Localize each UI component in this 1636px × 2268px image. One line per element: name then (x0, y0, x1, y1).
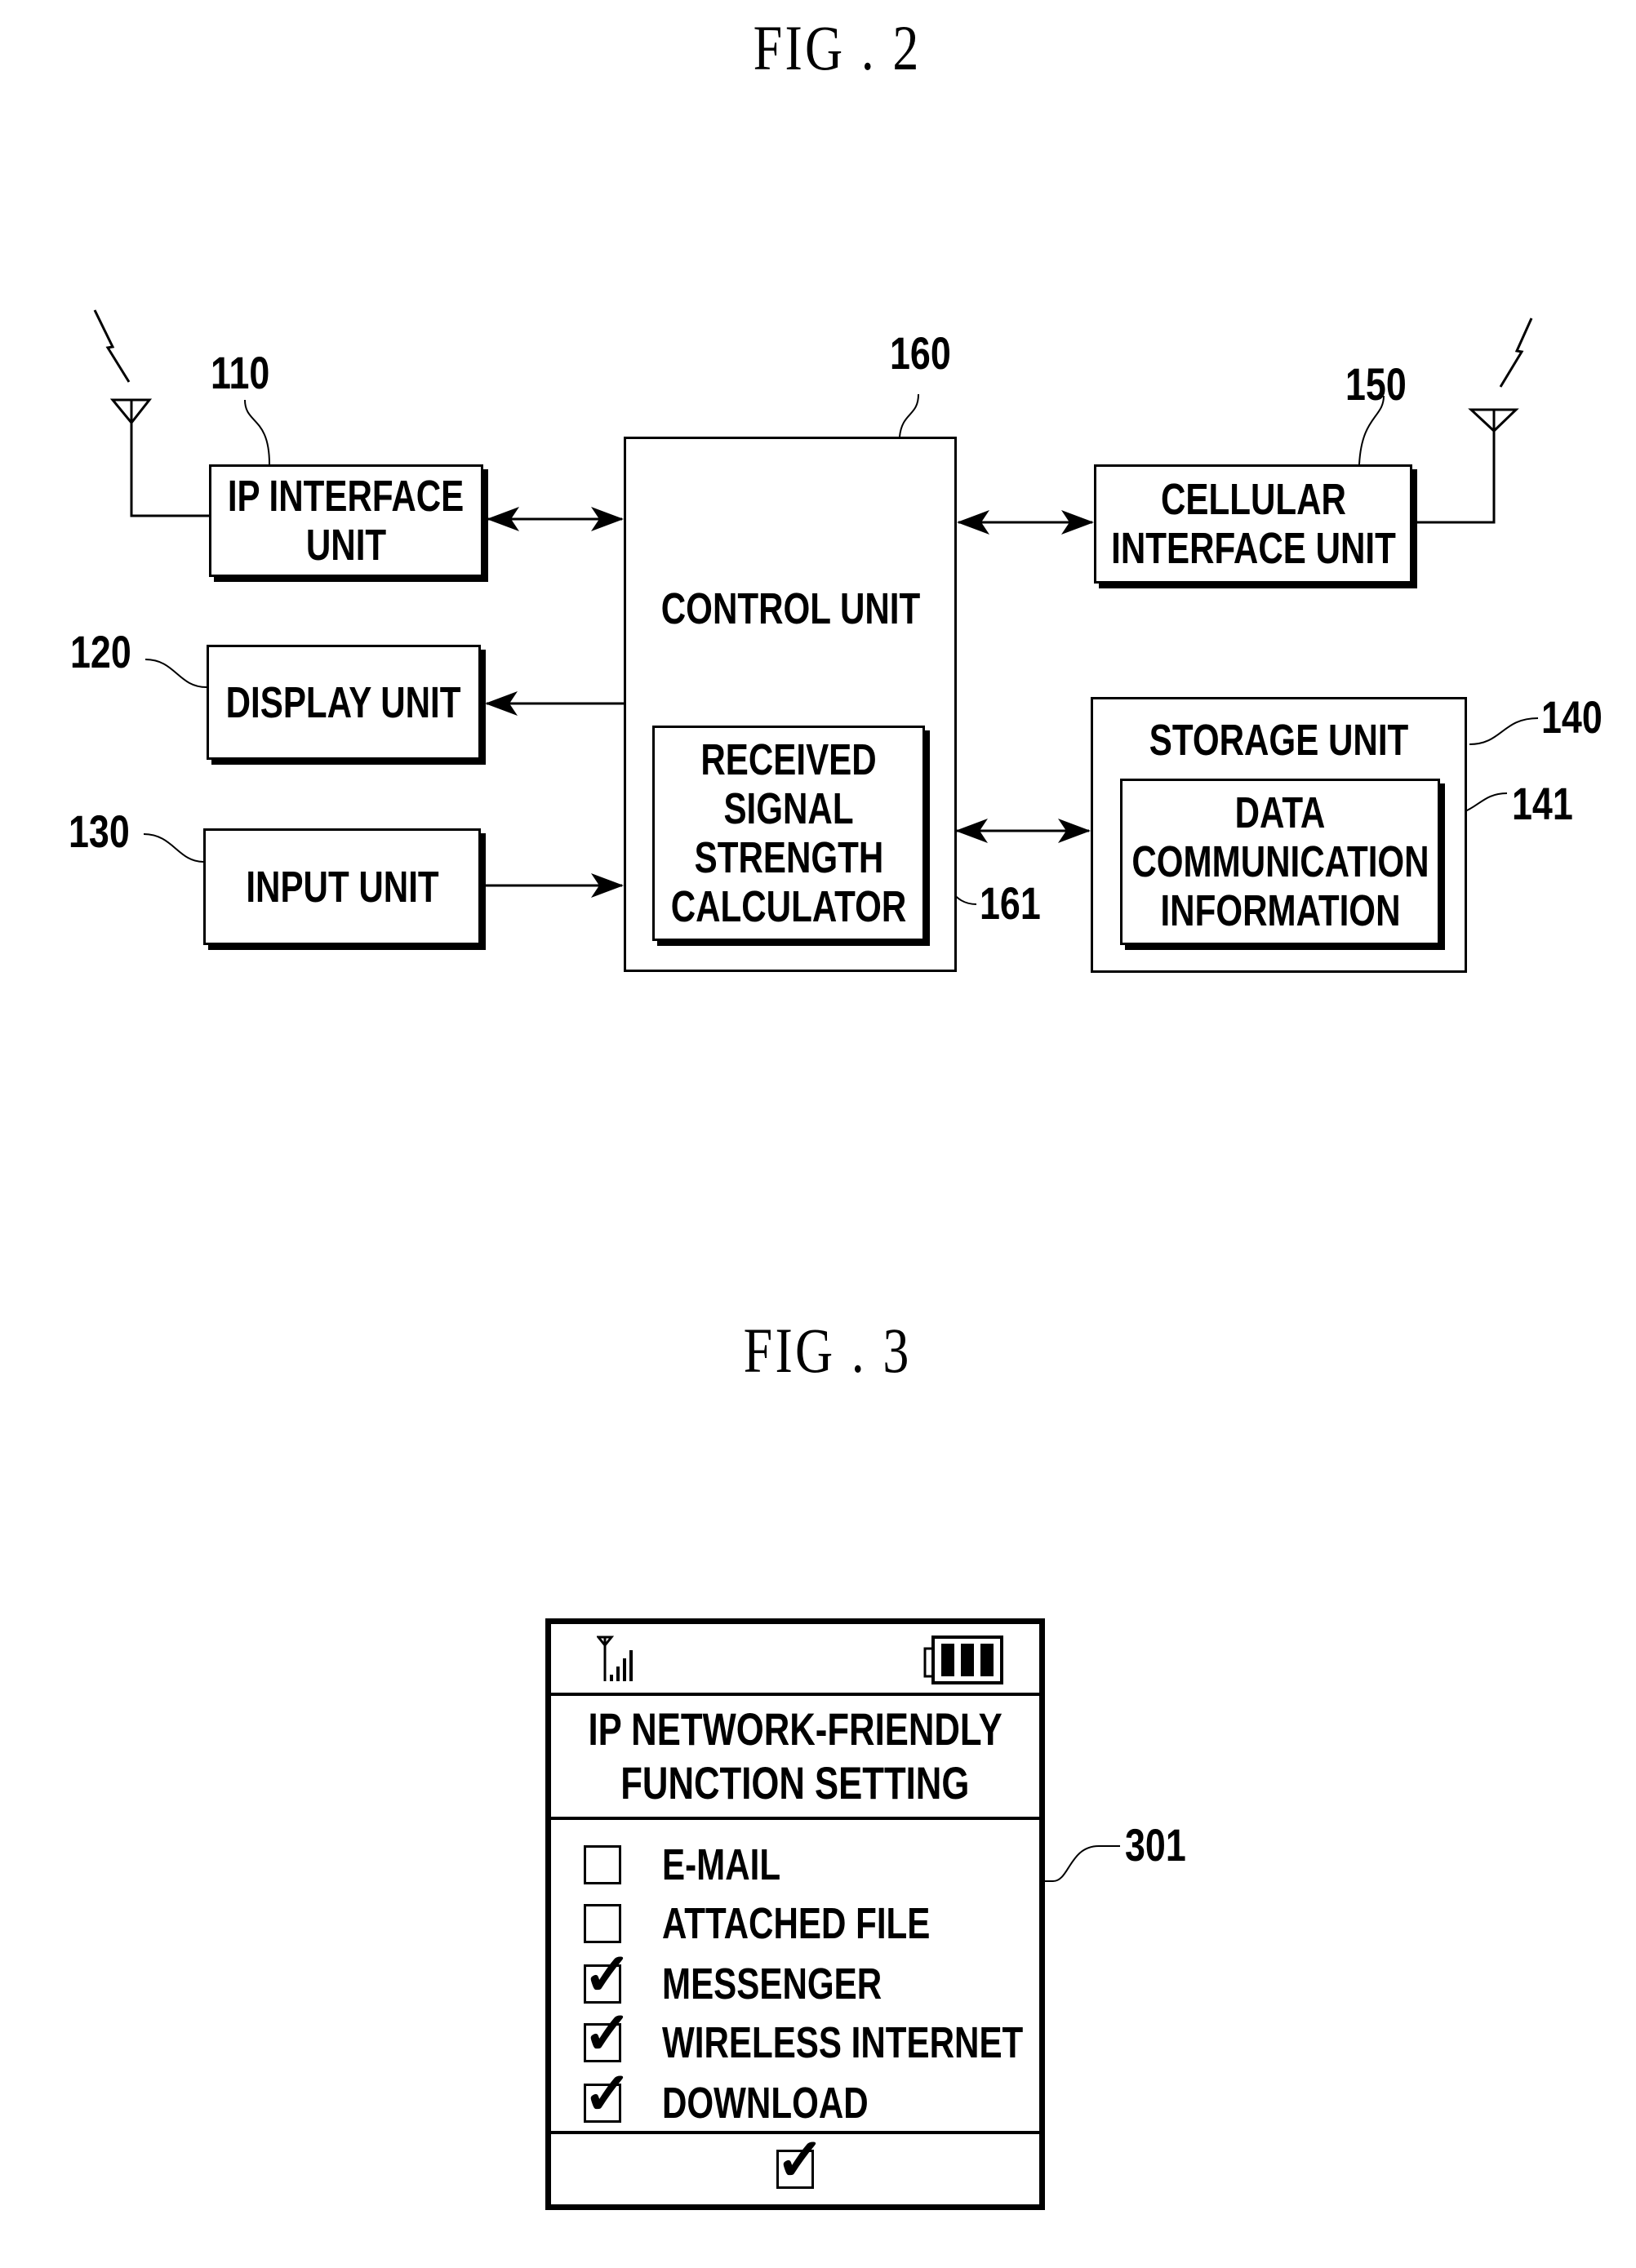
leader-130 (143, 833, 204, 863)
softkey-bar: ✓ (551, 2131, 1039, 2204)
checkbox-messenger[interactable]: ✓ (583, 1946, 632, 2004)
ip-interface-label-1: IP INTERFACE (228, 472, 465, 521)
leader-120 (144, 659, 207, 688)
option-label: DOWNLOAD (662, 2079, 869, 2128)
data-comm-label-2: COMMUNICATION (1131, 837, 1429, 886)
status-bar (551, 1624, 1039, 1696)
input-unit-block: INPUT UNIT (203, 828, 481, 945)
ref-150: 150 (1345, 358, 1407, 410)
rssi-label-4: CALCULATOR (670, 882, 907, 931)
checkbox-email[interactable] (584, 1845, 621, 1884)
signal-strength-icon (597, 1636, 633, 1681)
option-wireless-internet[interactable]: ✓ WIRELESS INTERNET (583, 2004, 1125, 2071)
screen-title: IP NETWORK-FRIENDLY FUNCTION SETTING (551, 1696, 1039, 1820)
option-attached-file[interactable]: ATTACHED FILE (584, 1895, 1006, 1952)
display-unit-label: DISPLAY UNIT (226, 677, 461, 727)
option-label: ATTACHED FILE (662, 1899, 931, 1948)
option-messenger[interactable]: ✓ MESSENGER (583, 1946, 944, 2013)
ref-110: 110 (211, 347, 270, 398)
option-label: E-MAIL (662, 1840, 781, 1889)
cellular-label-2: INTERFACE UNIT (1110, 524, 1396, 573)
ref-140: 140 (1541, 691, 1603, 743)
input-unit-label: INPUT UNIT (245, 862, 439, 912)
control-unit-label: CONTROL UNIT (660, 584, 920, 633)
check-icon: ✓ (583, 2001, 633, 2066)
check-icon: ✓ (776, 2128, 825, 2193)
storage-unit-label: STORAGE UNIT (1149, 716, 1409, 765)
cellular-interface-unit-block: CELLULAR INTERFACE UNIT (1094, 464, 1412, 584)
check-icon: ✓ (583, 1942, 633, 2008)
option-label: WIRELESS INTERNET (662, 2018, 1024, 2067)
ref-160: 160 (890, 327, 951, 379)
checkbox-attached-file[interactable] (584, 1904, 621, 1943)
rssi-label-3: STRENGTH (694, 833, 883, 882)
antenna-icon-ip (93, 309, 209, 517)
option-email[interactable]: E-MAIL (584, 1836, 814, 1893)
fig3-title: FIG . 3 (743, 1315, 912, 1386)
rssi-calculator-block: RECEIVED SIGNAL STRENGTH CALCULATOR (652, 726, 925, 941)
ip-interface-label-2: UNIT (305, 521, 387, 570)
ref-161: 161 (980, 877, 1041, 929)
confirm-softkey-button[interactable]: ✓ (776, 2131, 825, 2190)
rssi-label-2: SIGNAL (723, 784, 854, 833)
battery-full-icon (923, 1636, 1003, 1684)
display-unit-block: DISPLAY UNIT (207, 645, 481, 760)
option-label: MESSENGER (662, 1960, 882, 2008)
leader-140 (1469, 717, 1539, 745)
ref-141: 141 (1512, 778, 1573, 829)
ref-120: 120 (70, 626, 131, 677)
data-comm-label-1: DATA (1234, 788, 1326, 837)
checkbox-download[interactable]: ✓ (583, 2065, 632, 2124)
option-download[interactable]: ✓ DOWNLOAD (583, 2065, 927, 2132)
ip-interface-unit-block: IP INTERFACE UNIT (209, 464, 483, 577)
ref-130: 130 (69, 806, 130, 857)
antenna-icon-cellular (1414, 317, 1533, 524)
ref-301: 301 (1125, 1819, 1186, 1871)
checkbox-wireless-internet[interactable]: ✓ (583, 2004, 632, 2063)
data-comm-label-3: INFORMATION (1159, 886, 1401, 935)
leader-110 (244, 399, 270, 465)
cellular-label-1: CELLULAR (1160, 475, 1346, 524)
phone-screen: IP NETWORK-FRIENDLY FUNCTION SETTING E-M… (545, 1618, 1045, 2210)
leader-160 (899, 393, 919, 437)
screen-title-line-1: IP NETWORK-FRIENDLY (588, 1703, 1002, 1755)
data-communication-info-block: DATA COMMUNICATION INFORMATION (1120, 779, 1440, 945)
screen-title-line-2: FUNCTION SETTING (620, 1757, 970, 1809)
check-icon: ✓ (583, 2062, 633, 2127)
rssi-label-1: RECEIVED (700, 735, 877, 784)
